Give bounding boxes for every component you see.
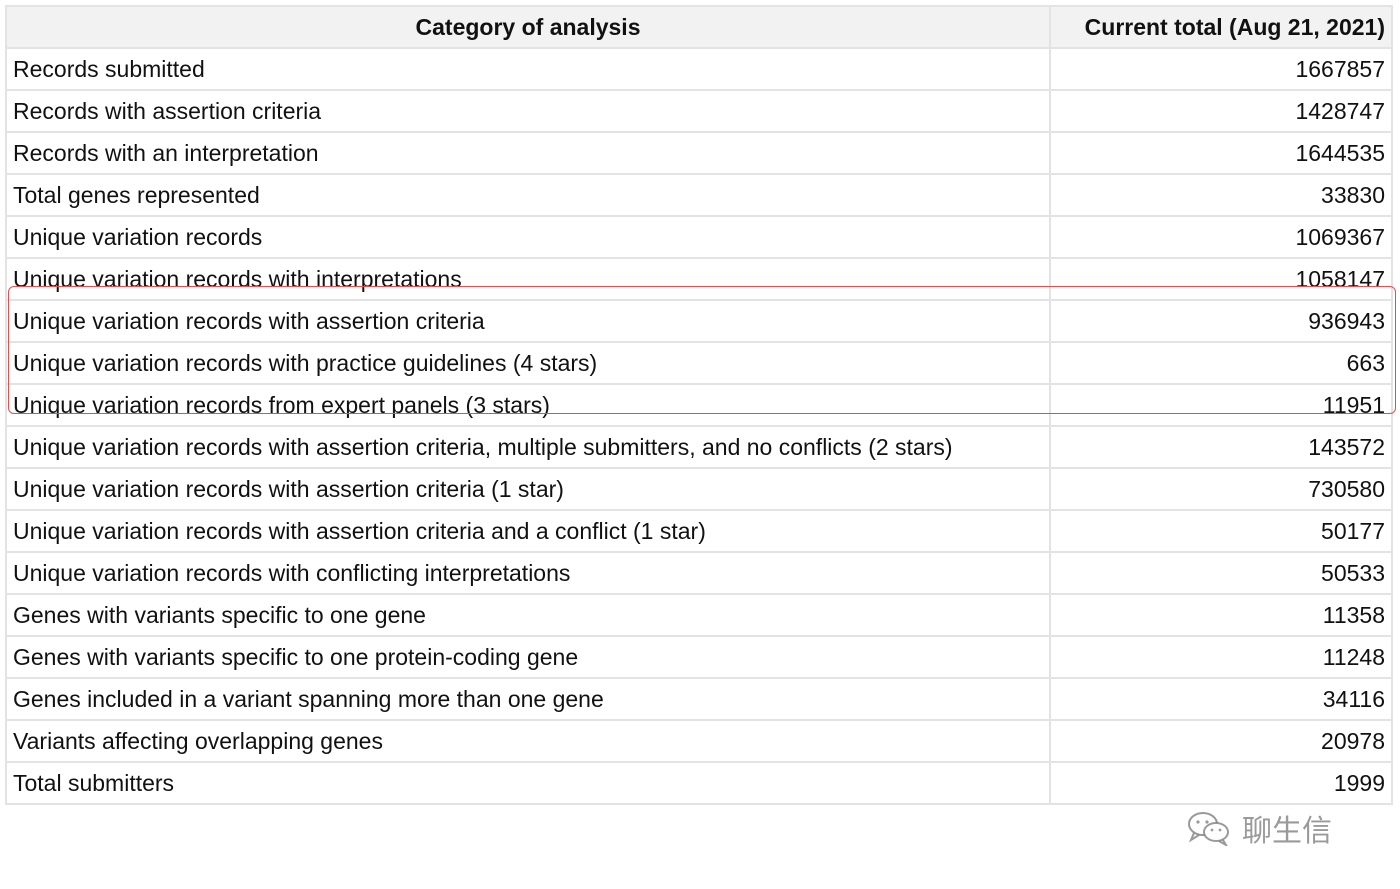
row-total: 1069367 xyxy=(1049,215,1393,259)
row-total: 11358 xyxy=(1049,593,1393,637)
row-total: 50177 xyxy=(1049,509,1393,553)
row-category: Records with an interpretation xyxy=(5,131,1051,175)
row-category: Unique variation records with practice g… xyxy=(5,341,1051,385)
table-row: Unique variation records from expert pan… xyxy=(5,383,1393,427)
header-category: Category of analysis xyxy=(5,5,1051,49)
row-total: 1428747 xyxy=(1049,89,1393,133)
row-total: 663 xyxy=(1049,341,1393,385)
row-category: Unique variation records with conflictin… xyxy=(5,551,1051,595)
row-category: Unique variation records with assertion … xyxy=(5,425,1051,469)
row-category: Total submitters xyxy=(5,761,1051,805)
row-total: 1058147 xyxy=(1049,257,1393,301)
row-total: 33830 xyxy=(1049,173,1393,217)
row-total: 11248 xyxy=(1049,635,1393,679)
row-total: 50533 xyxy=(1049,551,1393,595)
table-row: Genes included in a variant spanning mor… xyxy=(5,677,1393,721)
table-row: Unique variation records with practice g… xyxy=(5,341,1393,385)
table-row: Records with assertion criteria 1428747 xyxy=(5,89,1393,133)
row-total: 34116 xyxy=(1049,677,1393,721)
watermark-text: 聊生信 xyxy=(1242,814,1332,849)
row-total: 730580 xyxy=(1049,467,1393,511)
row-category: Genes included in a variant spanning mor… xyxy=(5,677,1051,721)
row-category: Genes with variants specific to one gene xyxy=(5,593,1051,637)
table-header-row: Category of analysis Current total (Aug … xyxy=(5,5,1393,49)
table-row: Genes with variants specific to one prot… xyxy=(5,635,1393,679)
row-category: Unique variation records with assertion … xyxy=(5,509,1051,553)
row-total: 20978 xyxy=(1049,719,1393,763)
table-row: Unique variation records with conflictin… xyxy=(5,551,1393,595)
table-row: Records with an interpretation 1644535 xyxy=(5,131,1393,175)
row-total: 11951 xyxy=(1049,383,1393,427)
table-row: Genes with variants specific to one gene… xyxy=(5,593,1393,637)
table-row: Variants affecting overlapping genes 2097… xyxy=(5,719,1393,763)
wechat-icon xyxy=(1186,810,1232,846)
row-category: Total genes represented xyxy=(5,173,1051,217)
table-row: Total genes represented 33830 xyxy=(5,173,1393,217)
row-category: Unique variation records from expert pan… xyxy=(5,383,1051,427)
table-row: Unique variation records with assertion … xyxy=(5,425,1393,469)
row-category: Records with assertion criteria xyxy=(5,89,1051,133)
row-category: Unique variation records with assertion … xyxy=(5,299,1051,343)
table-row: Unique variation records with assertion … xyxy=(5,509,1393,553)
row-category: Genes with variants specific to one prot… xyxy=(5,635,1051,679)
stats-table-container: Category of analysis Current total (Aug … xyxy=(5,5,1393,805)
row-total: 1999 xyxy=(1049,761,1393,805)
table-row: Records submitted 1667857 xyxy=(5,47,1393,91)
row-total: 1667857 xyxy=(1049,47,1393,91)
row-category: Unique variation records xyxy=(5,215,1051,259)
table-row: Unique variation records with assertion … xyxy=(5,467,1393,511)
table-row: Unique variation records with interpreta… xyxy=(5,257,1393,301)
watermark: 聊生信 xyxy=(1186,806,1332,850)
row-total: 143572 xyxy=(1049,425,1393,469)
table-row: Total submitters 1999 xyxy=(5,761,1393,805)
table-body: Records submitted 1667857 Records with ass… xyxy=(5,47,1393,805)
stats-table: Category of analysis Current total (Aug … xyxy=(5,5,1393,805)
row-category: Variants affecting overlapping genes xyxy=(5,719,1051,763)
row-category: Unique variation records with interpreta… xyxy=(5,257,1051,301)
row-category: Unique variation records with assertion … xyxy=(5,467,1051,511)
row-total: 1644535 xyxy=(1049,131,1393,175)
table-row: Unique variation records with assertion … xyxy=(5,299,1393,343)
header-current-total: Current total (Aug 21, 2021) xyxy=(1049,5,1393,49)
row-category: Records submitted xyxy=(5,47,1051,91)
row-total: 936943 xyxy=(1049,299,1393,343)
table-row: Unique variation records 1069367 xyxy=(5,215,1393,259)
